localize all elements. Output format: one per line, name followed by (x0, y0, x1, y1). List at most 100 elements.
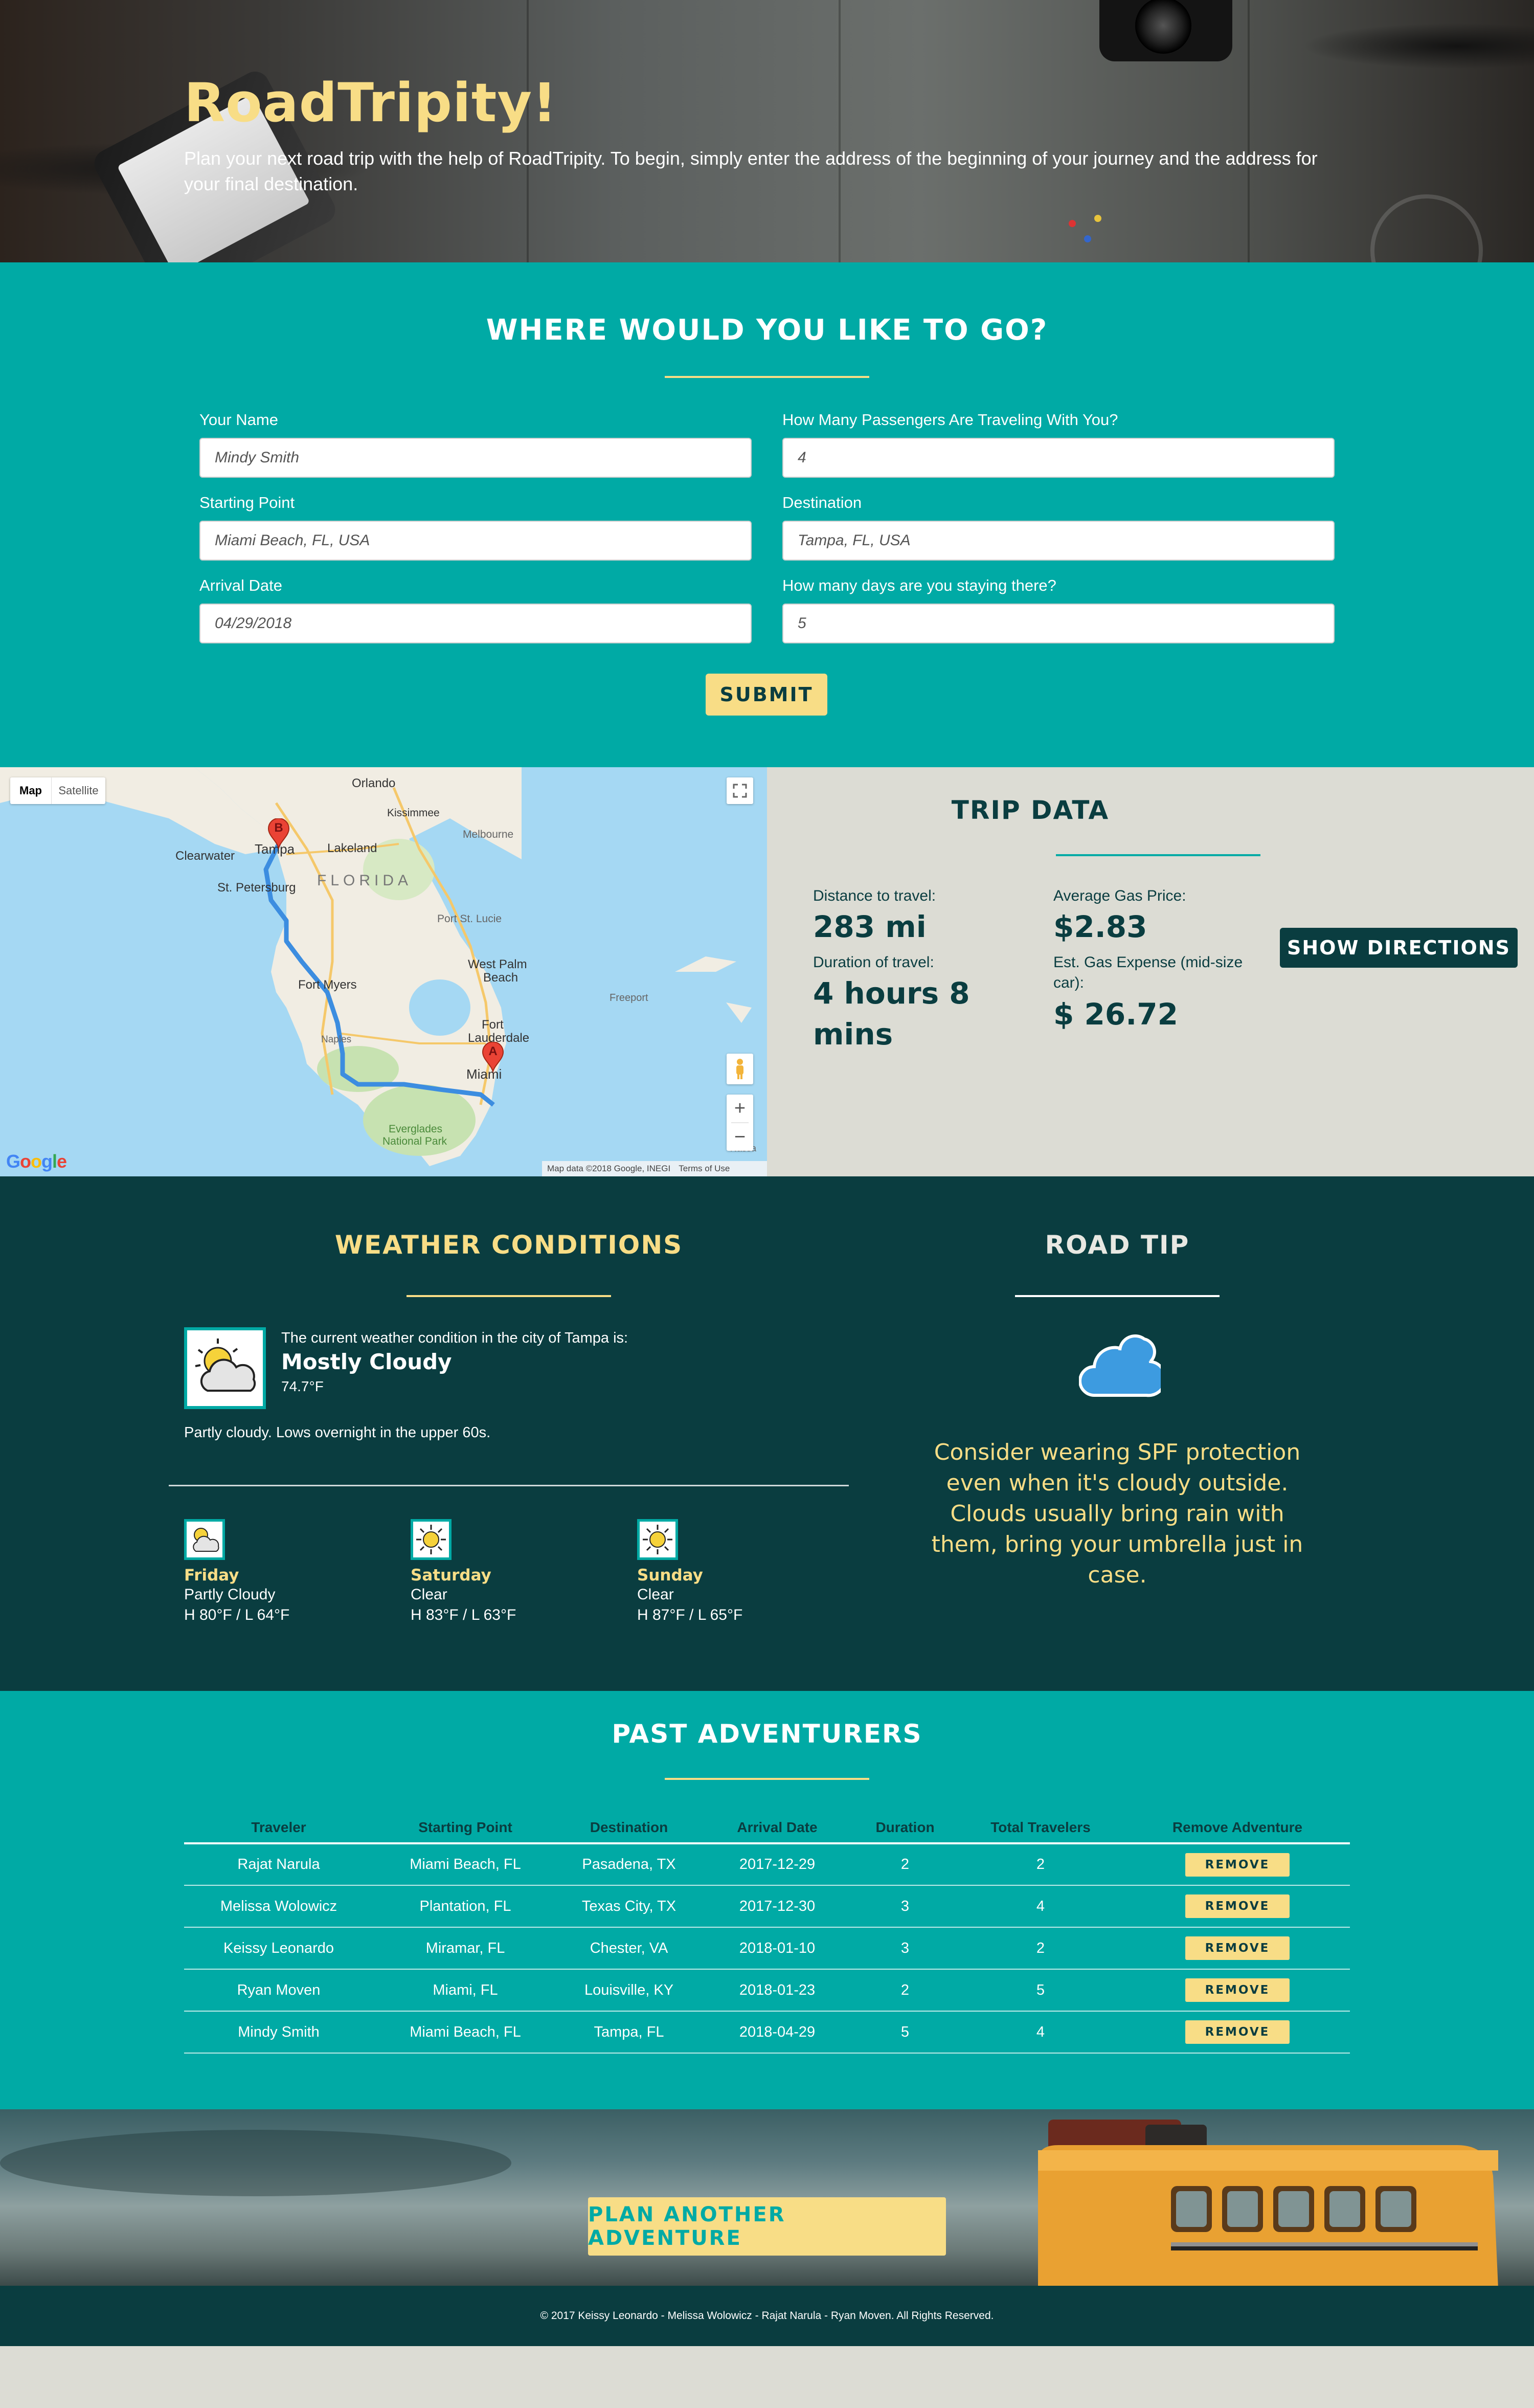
current-weather-intro: The current weather condition in the cit… (281, 1330, 628, 1346)
cta-banner: PLAN ANOTHER ADVENTURE (0, 2109, 1534, 2286)
zoom-in-button[interactable]: + (734, 1095, 746, 1122)
forecast-day-sunday: Sunday Clear H 87°F / L 65°F (637, 1519, 852, 1625)
past-adventurers-title: PAST ADVENTURERS (612, 1719, 922, 1749)
submit-button[interactable]: SUBMIT (706, 674, 827, 716)
pegman-icon[interactable] (727, 1054, 753, 1084)
duration-cell: 3 (854, 1927, 956, 1970)
start-cell: Miami Beach, FL (373, 1843, 557, 1886)
road-tip-title: ROAD TIP (1045, 1230, 1190, 1260)
remove-button[interactable]: REMOVE (1185, 1853, 1290, 1877)
gas-expense-value: $ 26.72 (1053, 997, 1179, 1032)
gas-expense-label-line2: car): (1053, 974, 1084, 991)
gas-expense-label: Est. Gas Expense (mid-size (1053, 954, 1243, 971)
table-header-row: Traveler Starting Point Destination Arri… (184, 1813, 1350, 1844)
column-header: Total Travelers (956, 1813, 1125, 1844)
plan-another-adventure-button[interactable]: PLAN ANOTHER ADVENTURE (588, 2197, 946, 2256)
marker-a[interactable]: A (482, 1041, 504, 1074)
fullscreen-icon[interactable] (727, 777, 753, 804)
start-input[interactable]: Miami Beach, FL, USA (199, 521, 752, 561)
camera-image (1099, 0, 1232, 61)
route-map[interactable]: Orlando Kissimmee Melbourne Clearwater T… (0, 767, 767, 1176)
map-label-port-st-lucie: Port St. Lucie (437, 913, 502, 925)
day-temps: H 80°F / L 64°F (184, 1607, 290, 1623)
satellite-tab[interactable]: Satellite (51, 777, 105, 804)
terms-link[interactable]: Terms of Use (679, 1164, 730, 1174)
destination-input[interactable]: Tampa, FL, USA (782, 521, 1335, 561)
duration-value: 4 hours 8 (813, 976, 970, 1011)
arrival-date-input[interactable]: 04/29/2018 (199, 604, 752, 643)
traveler-cell: Melissa Wolowicz (184, 1885, 373, 1928)
current-temperature: 74.7°F (281, 1378, 324, 1394)
page-bottom (0, 2346, 1534, 2408)
traveler-cell: Mindy Smith (184, 2011, 373, 2054)
passengers-input[interactable]: 4 (782, 438, 1335, 478)
map-pin (1094, 215, 1101, 222)
weather-title: WEATHER CONDITIONS (334, 1230, 683, 1260)
title-underline (407, 1295, 611, 1297)
forecast-text: Partly cloudy. Lows overnight in the upp… (184, 1424, 491, 1441)
day-name: Friday (184, 1566, 239, 1585)
duration-cell: 3 (854, 1885, 956, 1928)
mostly-cloudy-icon (184, 1327, 266, 1409)
google-logo: Google (6, 1151, 67, 1172)
map-label-freeport: Freeport (610, 992, 648, 1004)
partly-cloudy-icon (184, 1519, 225, 1560)
map-label-florida: FLORIDA (317, 872, 413, 889)
days-input[interactable]: 5 (782, 604, 1335, 643)
day-name: Saturday (411, 1566, 491, 1585)
name-label: Your Name (199, 411, 278, 429)
remove-cell: REMOVE (1125, 1969, 1350, 2012)
map-label-clearwater: Clearwater (175, 849, 235, 863)
travelers-cell: 4 (956, 2011, 1125, 2054)
start-cell: Plantation, FL (373, 1885, 557, 1928)
past-adventurers-section: PAST ADVENTURERS Traveler Starting Point… (0, 1691, 1534, 2109)
app-title: RoadTripity! (184, 72, 557, 134)
title-underline (1056, 854, 1260, 856)
destination-cell: Louisville, KY (557, 1969, 701, 2012)
remove-button[interactable]: REMOVE (1185, 1936, 1290, 1960)
map-label-melbourne: Melbourne (463, 829, 514, 840)
remove-button[interactable]: REMOVE (1185, 1894, 1290, 1918)
map-fold (839, 0, 841, 262)
hero-banner: RoadTripity! Plan your next road trip wi… (0, 0, 1534, 262)
adventurers-table: Traveler Starting Point Destination Arri… (184, 1813, 1350, 2054)
map-tab[interactable]: Map (10, 777, 51, 804)
title-underline (665, 1778, 869, 1780)
marker-b[interactable]: B (267, 818, 290, 850)
footer: © 2017 Keissy Leonardo - Melissa Wolowic… (0, 2286, 1534, 2346)
remove-button[interactable]: REMOVE (1185, 2020, 1290, 2044)
gas-price-label: Average Gas Price: (1053, 887, 1186, 904)
map-label-kissimmee: Kissimmee (387, 807, 440, 819)
duration-value-line2: mins (813, 1017, 893, 1052)
column-header: Arrival Date (701, 1813, 854, 1844)
day-condition: Clear (637, 1586, 674, 1603)
destination-cell: Chester, VA (557, 1927, 701, 1970)
distance-value: 283 mi (813, 909, 927, 944)
start-label: Starting Point (199, 494, 295, 511)
table-row: Mindy Smith Miami Beach, FL Tampa, FL 20… (184, 2011, 1350, 2054)
remove-cell: REMOVE (1125, 2011, 1350, 2054)
show-directions-button[interactable]: SHOW DIRECTIONS (1280, 928, 1518, 968)
day-temps: H 87°F / L 65°F (637, 1607, 743, 1623)
map-label-west-palm: West Palm (468, 957, 527, 971)
map-data-text: Map data ©2018 Google, INEGI (547, 1164, 671, 1173)
traveler-cell: Keissy Leonardo (184, 1927, 373, 1970)
day-name: Sunday (637, 1566, 703, 1585)
form-title: WHERE WOULD YOU LIKE TO GO? (486, 314, 1048, 347)
trip-data-title: TRIP DATA (951, 795, 1110, 825)
traveler-cell: Rajat Narula (184, 1843, 373, 1886)
gas-price-value: $2.83 (1053, 909, 1147, 944)
map-label-national-park: National Park (382, 1135, 447, 1147)
column-header: Starting Point (373, 1813, 557, 1844)
duration-cell: 2 (854, 1969, 956, 2012)
map-label-west-palm-beach: Beach (483, 971, 518, 985)
column-header: Remove Adventure (1125, 1813, 1350, 1844)
table-row: Melissa Wolowicz Plantation, FL Texas Ci… (184, 1885, 1350, 1928)
name-input[interactable]: Mindy Smith (199, 438, 752, 478)
marker-a-label: A (488, 1044, 498, 1058)
trip-data-panel: TRIP DATA Distance to travel: 283 mi Dur… (767, 767, 1534, 1176)
forecast-day-friday: Friday Partly Cloudy H 80°F / L 64°F (184, 1519, 399, 1625)
remove-button[interactable]: REMOVE (1185, 1978, 1290, 2002)
zoom-out-button[interactable]: − (734, 1123, 746, 1151)
destination-cell: Pasadena, TX (557, 1843, 701, 1886)
